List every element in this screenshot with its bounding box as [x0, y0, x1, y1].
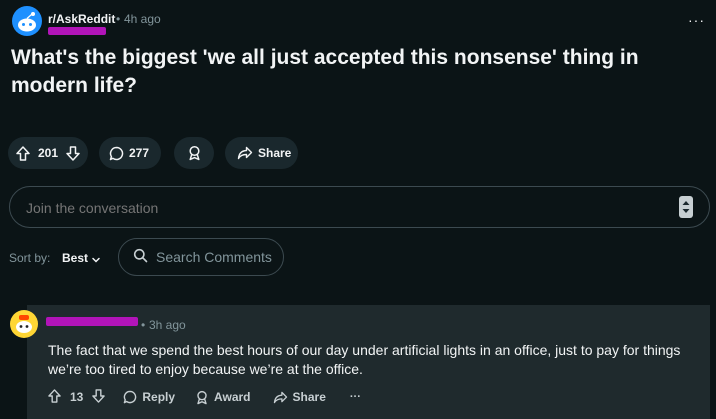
upvote-icon[interactable] — [16, 145, 30, 161]
award-icon — [197, 390, 207, 404]
comment-bubble-icon — [109, 146, 124, 161]
post-time: 4h ago — [124, 12, 161, 26]
reply-label: Reply — [142, 390, 176, 404]
sort-dropdown[interactable]: Best — [62, 251, 88, 265]
chevron-down-icon[interactable] — [91, 252, 101, 270]
comment-more-icon[interactable]: ··· — [350, 391, 361, 403]
comments-button[interactable]: 277 — [99, 137, 161, 169]
share-label: Share — [258, 146, 292, 160]
search-icon — [133, 248, 148, 266]
award-label: Award — [214, 390, 251, 404]
sort-label: Sort by: — [9, 251, 51, 265]
share-arrow-icon — [237, 146, 253, 160]
commenter-avatar[interactable] — [10, 310, 38, 338]
separator-dot: • — [141, 318, 146, 332]
share-label: Share — [292, 390, 326, 404]
comment-upvote-icon[interactable] — [48, 388, 61, 406]
comment-count: 277 — [129, 146, 150, 160]
comment-time: 3h ago — [149, 318, 186, 332]
resize-stepper-icon[interactable] — [679, 196, 693, 218]
comment-share-button[interactable]: Share — [273, 390, 326, 404]
more-options-icon[interactable]: ··· — [688, 12, 705, 28]
comment-award-button[interactable]: Award — [195, 390, 251, 405]
comment-body: The fact that we spend the best hours of… — [48, 342, 681, 377]
separator-dot: • — [116, 12, 121, 26]
search-placeholder: Search Comments — [156, 249, 272, 265]
share-arrow-icon — [273, 391, 287, 403]
reply-button[interactable]: Reply — [123, 390, 175, 404]
subreddit-avatar[interactable] — [12, 6, 42, 36]
downvote-icon[interactable] — [66, 145, 80, 161]
post-title: What's the biggest 'we all just accepted… — [11, 46, 639, 97]
redacted-author — [48, 27, 106, 35]
reply-bubble-icon — [124, 390, 137, 404]
award-icon — [187, 145, 202, 161]
comment-downvote-icon[interactable] — [92, 388, 106, 406]
redacted-commenter — [46, 317, 138, 326]
snoo-icon — [18, 12, 36, 32]
award-button[interactable] — [174, 137, 214, 169]
search-comments-button[interactable]: Search Comments — [118, 238, 284, 276]
snoo-avatar-icon — [16, 315, 32, 333]
comment-vote-count: 13 — [70, 390, 84, 404]
comment-actions: 13 Reply Award Share ··· — [48, 388, 361, 406]
subreddit-name[interactable]: r/AskReddit — [48, 12, 115, 26]
vote-count: 201 — [37, 146, 59, 160]
share-button[interactable]: Share — [225, 137, 298, 169]
join-conversation-input[interactable] — [26, 200, 626, 216]
vote-control: 201 — [8, 137, 88, 169]
